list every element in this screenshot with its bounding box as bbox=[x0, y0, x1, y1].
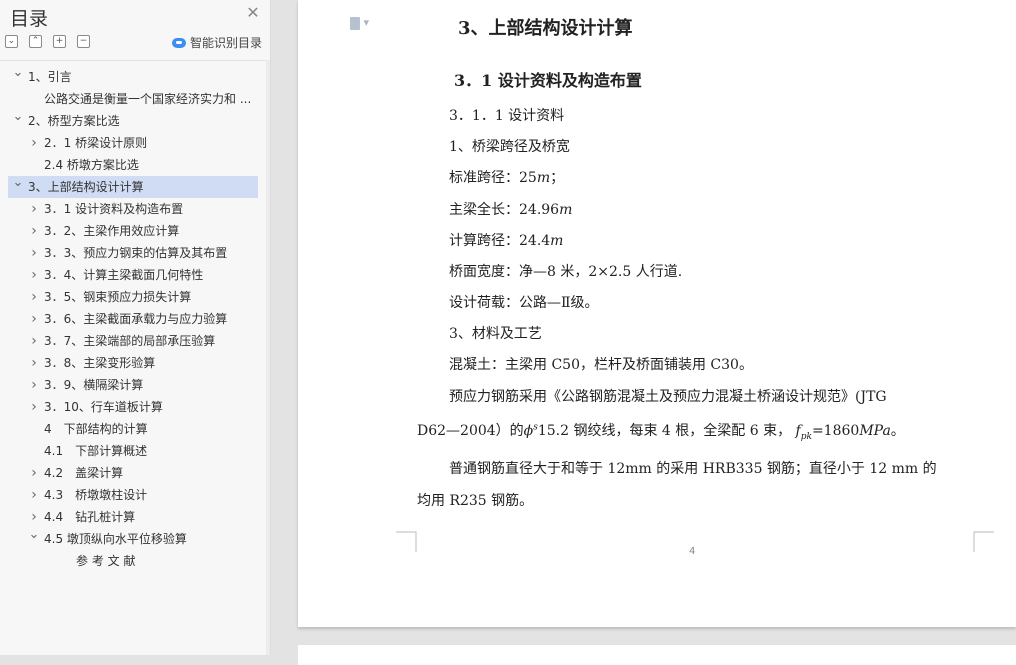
heading-2: 3．1 设计资料及构造布置 bbox=[454, 71, 642, 90]
toc-item[interactable]: › 4.3 桥墩墩柱设计 bbox=[4, 484, 262, 506]
paragraph-standard-span: 标准跨径：25m； bbox=[449, 170, 565, 186]
paragraph-prestress-line1: 预应力钢筋采用《公路钢筋混凝土及预应力混凝土桥涵设计规范》(JTG bbox=[449, 389, 887, 405]
toc-item-label: 3．6、主梁截面承载力与应力验算 bbox=[44, 312, 228, 326]
toc-item[interactable]: › 3．10、行车道板计算 bbox=[4, 396, 262, 418]
toc-item-label: 3．8、主梁变形验算 bbox=[44, 356, 156, 370]
toc-item-label: 参 考 文 献 bbox=[76, 554, 136, 568]
chevron-right-icon[interactable]: › bbox=[28, 484, 40, 506]
chevron-right-icon[interactable]: › bbox=[28, 396, 40, 418]
toc-sidebar: 目录 ✕ ⌄ ⌃ + − 智能识别目录 ⌄ 1、引言公路交通是衡量一个国家经济实力… bbox=[0, 0, 271, 655]
toc-item[interactable]: › 3．4、计算主梁截面几何特性 bbox=[4, 264, 262, 286]
add-heading-icon[interactable]: + bbox=[53, 35, 66, 48]
toc-item-label: 4.2 盖梁计算 bbox=[44, 466, 124, 480]
toc-item-label: 4.1 下部计算概述 bbox=[44, 444, 148, 458]
smart-toc-label: 智能识别目录 bbox=[190, 36, 263, 50]
chevron-right-icon[interactable]: › bbox=[28, 198, 40, 220]
toc-item[interactable]: › 4.4 钻孔桩计算 bbox=[4, 506, 262, 528]
corner-mark-right bbox=[973, 531, 994, 552]
paragraph-rebar-line1: 普通钢筋直径大于和等于 12mm 的采用 HRB335 钢筋；直径小于 12 m… bbox=[449, 461, 937, 477]
chevron-right-icon[interactable]: › bbox=[28, 506, 40, 528]
toc-item[interactable]: ⌄ 1、引言 bbox=[4, 66, 262, 88]
sidebar-title: 目录 bbox=[10, 8, 49, 30]
toc-item-label: 3．4、计算主梁截面几何特性 bbox=[44, 268, 204, 282]
remove-heading-icon[interactable]: − bbox=[77, 35, 90, 48]
next-page[interactable] bbox=[298, 645, 1016, 665]
toc-item[interactable]: 2.4 桥墩方案比选 bbox=[4, 154, 262, 176]
toc-item-label: 1、引言 bbox=[28, 70, 72, 84]
chevron-right-icon[interactable]: › bbox=[28, 132, 40, 154]
chevron-right-icon[interactable]: › bbox=[28, 308, 40, 330]
toc-item[interactable]: 参 考 文 献 bbox=[4, 550, 262, 572]
toc-item[interactable]: 公路交通是衡量一个国家经济实力和 ... bbox=[4, 88, 262, 110]
chevron-right-icon[interactable]: › bbox=[28, 264, 40, 286]
toc-item-label: 3．2、主梁作用效应计算 bbox=[44, 224, 180, 238]
chevron-right-icon[interactable]: › bbox=[28, 242, 40, 264]
toc-item-label: 4.4 钻孔桩计算 bbox=[44, 510, 136, 524]
toc-item[interactable]: › 3．7、主梁端部的局部承压验算 bbox=[4, 330, 262, 352]
toc-item[interactable]: 4.1 下部计算概述 bbox=[4, 440, 262, 462]
chevron-right-icon[interactable]: › bbox=[28, 286, 40, 308]
chevron-down-icon[interactable]: ⌄ bbox=[28, 528, 40, 550]
document-area: ▾ 3、上部结构设计计算 3．1 设计资料及构造布置 3．1．1 设计资料 1、… bbox=[271, 0, 1016, 665]
expand-all-icon[interactable]: ⌃ bbox=[29, 35, 42, 48]
toc-item[interactable]: 4 下部结构的计算 bbox=[4, 418, 262, 440]
paragraph-rebar-line2: 均用 R235 钢筋。 bbox=[417, 493, 534, 509]
toc-item-label: 公路交通是衡量一个国家经济实力和 ... bbox=[44, 92, 252, 106]
toc-item-label: 3．3、预应力钢束的估算及其布置 bbox=[44, 246, 228, 260]
toc-item[interactable]: › 3．8、主梁变形验算 bbox=[4, 352, 262, 374]
toc-item-label: 3．7、主梁端部的局部承压验算 bbox=[44, 334, 216, 348]
chevron-right-icon[interactable]: › bbox=[28, 462, 40, 484]
toc-item-label: 3．9、横隔梁计算 bbox=[44, 378, 144, 392]
ai-icon bbox=[172, 37, 186, 48]
collapse-all-icon[interactable]: ⌄ bbox=[5, 35, 18, 48]
close-icon[interactable]: ✕ bbox=[244, 4, 262, 22]
toc-item-label: 2.4 桥墩方案比选 bbox=[44, 158, 139, 172]
toc-item[interactable]: › 4.2 盖梁计算 bbox=[4, 462, 262, 484]
toc-item-label: 4.5 墩顶纵向水平位移验算 bbox=[44, 532, 187, 546]
paragraph-materials: 3、材料及工艺 bbox=[449, 326, 542, 342]
toc-item[interactable]: ⌄ 2、桥型方案比选 bbox=[4, 110, 262, 132]
heading-1: 3、上部结构设计计算 bbox=[458, 18, 633, 39]
document-page[interactable]: ▾ 3、上部结构设计计算 3．1 设计资料及构造布置 3．1．1 设计资料 1、… bbox=[298, 0, 1016, 627]
chevron-down-icon[interactable]: ⌄ bbox=[12, 176, 24, 198]
chevron-right-icon[interactable]: › bbox=[28, 330, 40, 352]
toc-item-label: 3．10、行车道板计算 bbox=[44, 400, 163, 414]
toc-item[interactable]: › 3．1 设计资料及构造布置 bbox=[4, 198, 262, 220]
scrollbar[interactable] bbox=[266, 60, 270, 655]
paragraph-calc-span: 计算跨径：24.4m bbox=[449, 233, 564, 249]
toc-item[interactable]: ⌄ 4.5 墩顶纵向水平位移验算 bbox=[4, 528, 262, 550]
toc-item[interactable]: › 2．1 桥梁设计原则 bbox=[4, 132, 262, 154]
corner-mark-left bbox=[396, 531, 417, 552]
paragraph-beam-length: 主梁全长：24.96m bbox=[449, 202, 573, 218]
toc-item[interactable]: › 3．2、主梁作用效应计算 bbox=[4, 220, 262, 242]
toc-item[interactable]: › 3．9、横隔梁计算 bbox=[4, 374, 262, 396]
chevron-right-icon[interactable]: › bbox=[28, 352, 40, 374]
toc-item[interactable]: ⌄ 3、上部结构设计计算 bbox=[8, 176, 258, 198]
paragraph-concrete: 混凝土：主梁用 C50，栏杆及桥面铺装用 C30。 bbox=[449, 357, 753, 373]
heading-3: 3．1．1 设计资料 bbox=[449, 108, 565, 124]
paragraph-design-load: 设计荷载：公路—Ⅱ级。 bbox=[449, 295, 599, 311]
toc-item-label: 3、上部结构设计计算 bbox=[28, 180, 144, 194]
chevron-right-icon[interactable]: › bbox=[28, 374, 40, 396]
toc-item-label: 3．5、钢束预应力损失计算 bbox=[44, 290, 192, 304]
toc-item-label: 4.3 桥墩墩柱设计 bbox=[44, 488, 148, 502]
chevron-down-icon[interactable]: ⌄ bbox=[12, 66, 24, 88]
file-icon[interactable]: ▾ bbox=[350, 16, 369, 30]
toc-item-label: 2．1 桥梁设计原则 bbox=[44, 136, 148, 150]
page-number: 4 bbox=[689, 546, 696, 557]
paragraph-prestress-line2: D62—2004）的ϕs15.2 钢绞线，每束 4 根，全梁配 6 束， fpk… bbox=[417, 422, 905, 442]
smart-toc-button[interactable]: 智能识别目录 bbox=[172, 34, 262, 51]
toc-list: ⌄ 1、引言公路交通是衡量一个国家经济实力和 ... ⌄ 2、桥型方案比选 › 2．1 桥… bbox=[0, 60, 266, 656]
toc-item[interactable]: › 3．6、主梁截面承载力与应力验算 bbox=[4, 308, 262, 330]
paragraph-deck-width: 桥面宽度：净—8 米，2×2.5 人行道. bbox=[449, 264, 683, 280]
chevron-down-icon[interactable]: ⌄ bbox=[12, 110, 24, 132]
toc-item-label: 4 下部结构的计算 bbox=[44, 422, 148, 436]
toc-item[interactable]: › 3．5、钢束预应力损失计算 bbox=[4, 286, 262, 308]
toc-item-label: 2、桥型方案比选 bbox=[28, 114, 120, 128]
toc-item[interactable]: › 3．3、预应力钢束的估算及其布置 bbox=[4, 242, 262, 264]
toc-item-label: 3．1 设计资料及构造布置 bbox=[44, 202, 184, 216]
chevron-right-icon[interactable]: › bbox=[28, 220, 40, 242]
paragraph-bridge-span: 1、桥梁跨径及桥宽 bbox=[449, 139, 570, 155]
